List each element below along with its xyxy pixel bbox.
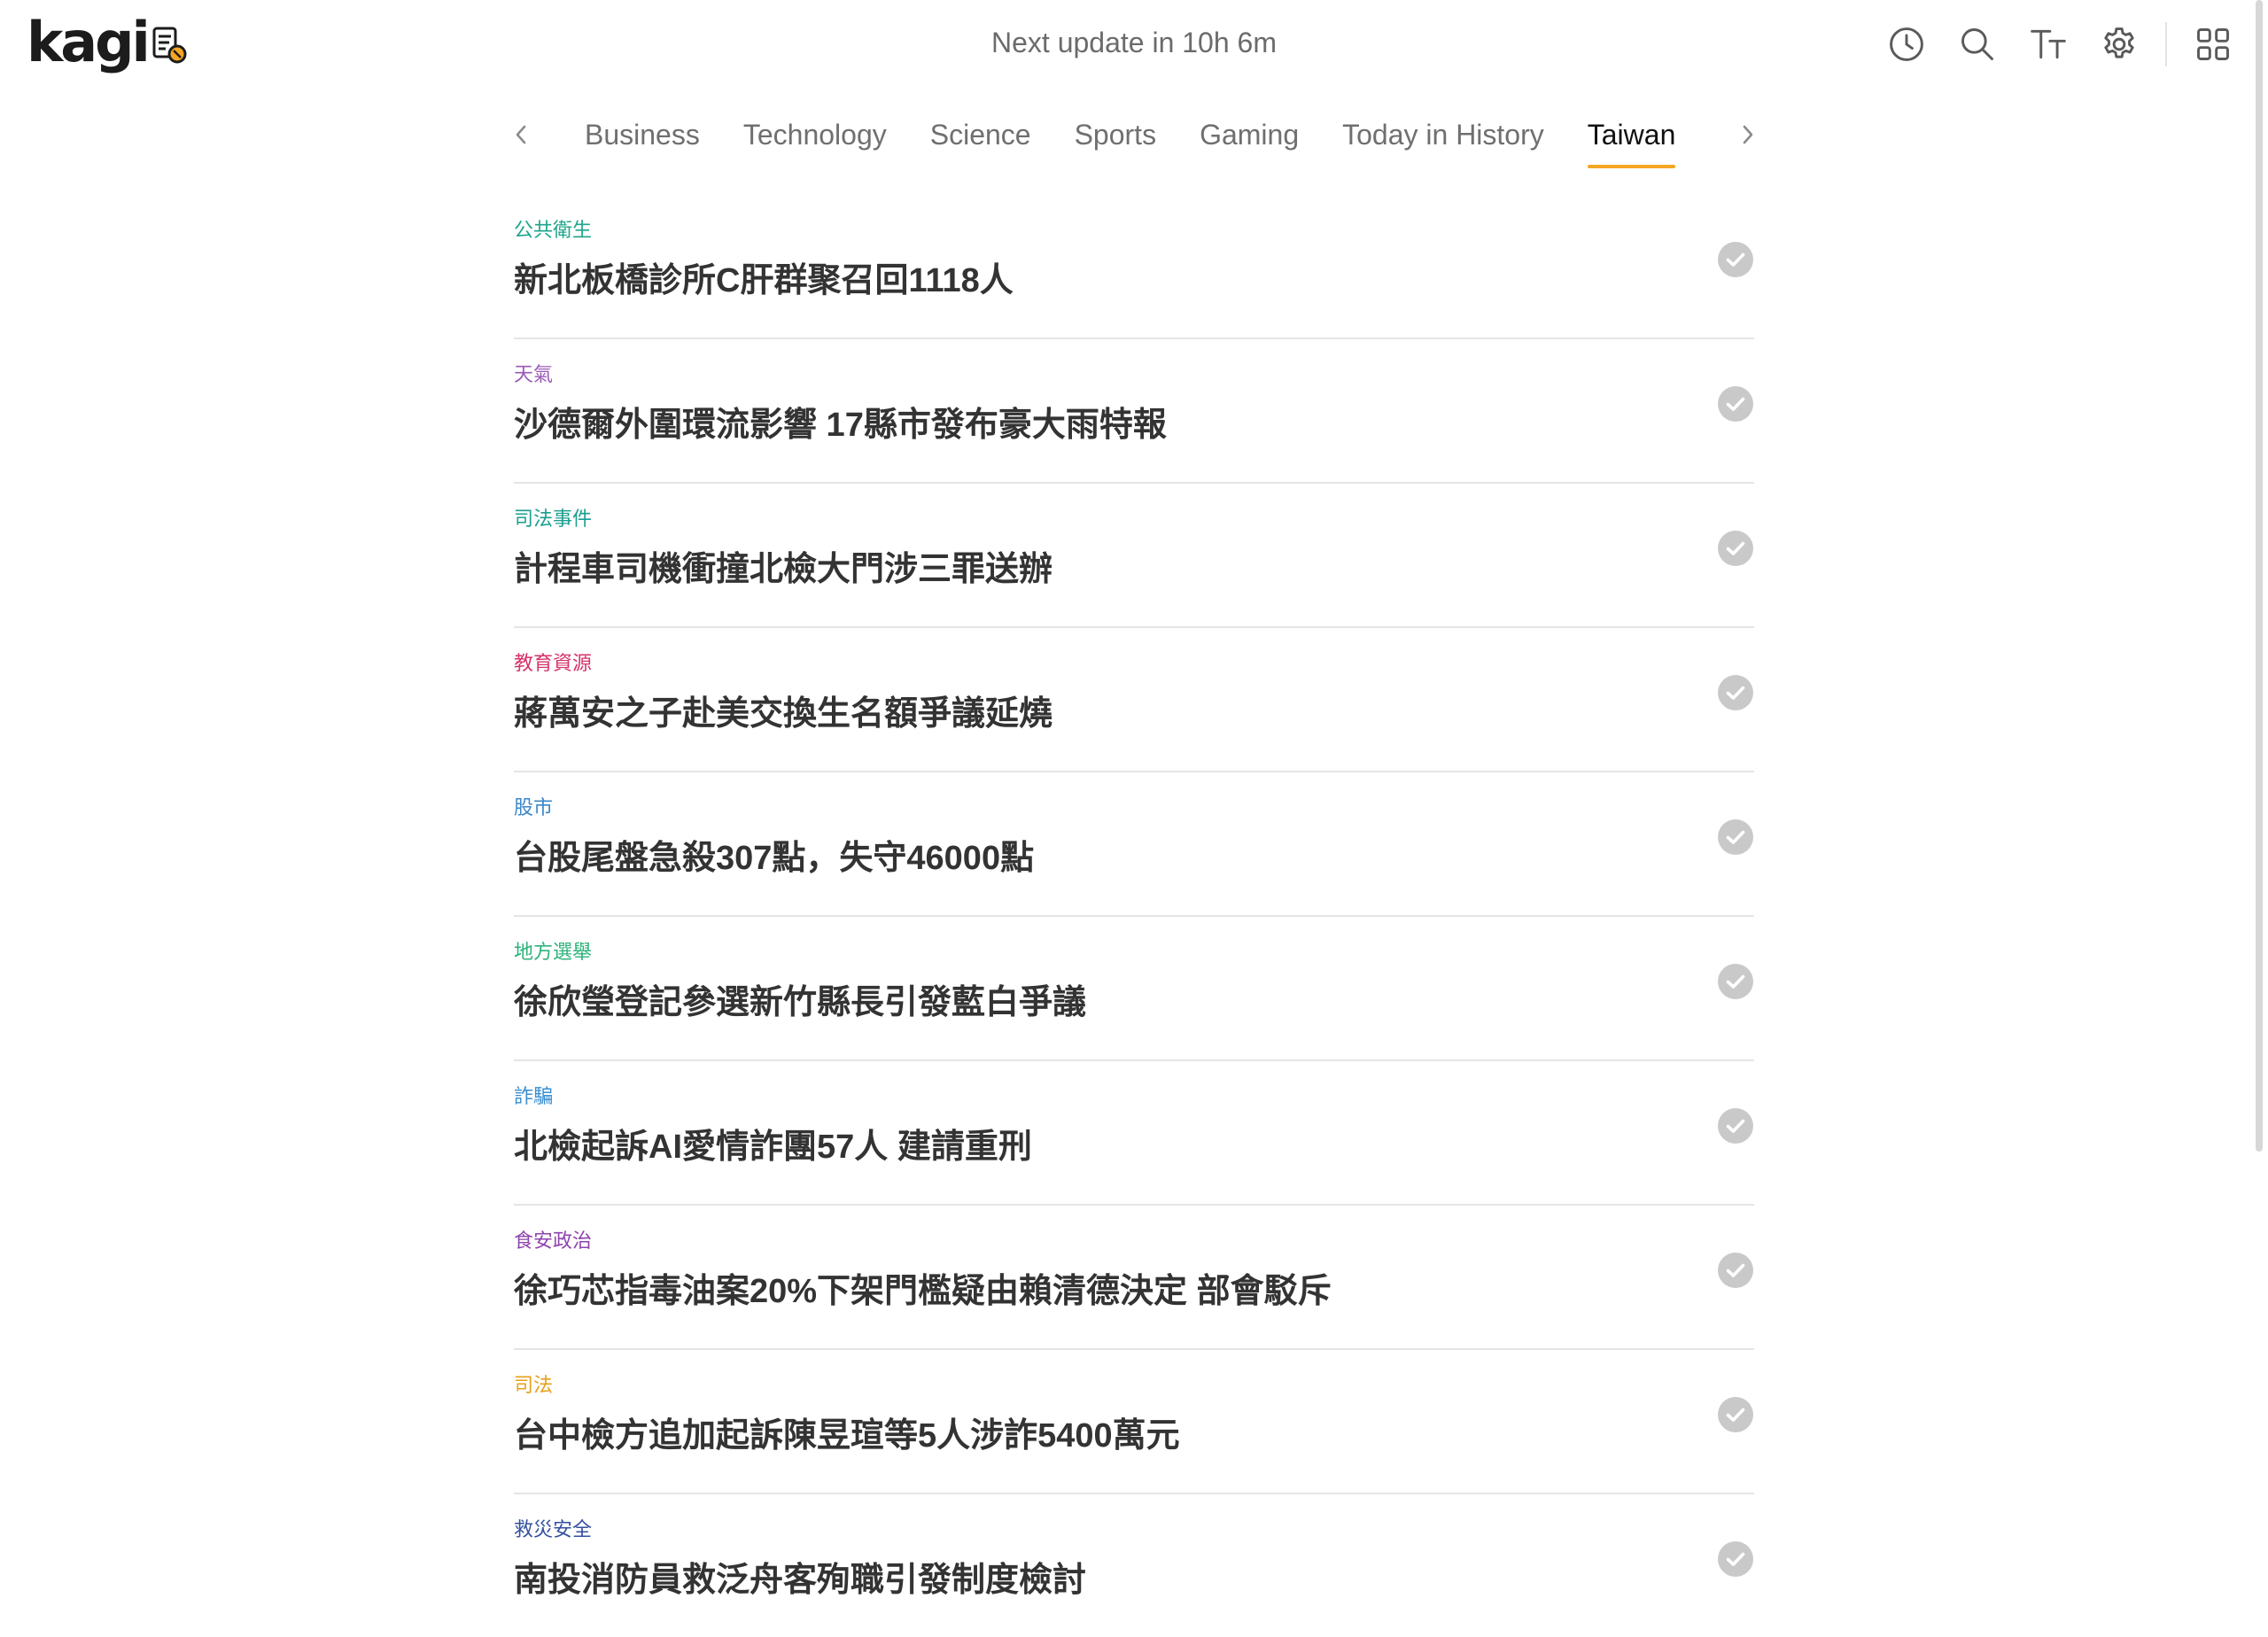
- story-title[interactable]: 台中檢方追加起訴陳昱瑄等5人涉詐5400萬元: [514, 1414, 1180, 1458]
- tab-sports[interactable]: Sports: [1075, 117, 1156, 168]
- check-circle-icon: [1718, 819, 1753, 855]
- check-circle-icon: [1718, 1253, 1753, 1288]
- story-category: 詐騙: [514, 1085, 554, 1107]
- check-circle-icon: [1718, 675, 1753, 710]
- story-category: 地方選舉: [514, 941, 593, 963]
- top-bar: kagi Next update in 10h 6m: [0, 0, 2268, 89]
- story-item[interactable]: 司法事件計程車司機衝撞北檢大門涉三罪送辦: [514, 484, 1754, 628]
- tab-taiwan[interactable]: Taiwan: [1587, 117, 1675, 168]
- story-category: 教育資源: [514, 652, 593, 674]
- tab-technology[interactable]: Technology: [743, 117, 887, 168]
- story-title[interactable]: 徐欣瑩登記參選新竹縣長引發藍白爭議: [514, 981, 1086, 1025]
- settings-button[interactable]: [2094, 19, 2144, 69]
- mark-read-button[interactable]: [1717, 1252, 1754, 1289]
- story-category: 股市: [514, 796, 554, 818]
- mark-read-button[interactable]: [1717, 818, 1754, 856]
- tab-gaming[interactable]: Gaming: [1200, 117, 1299, 168]
- text-size-icon: [2031, 29, 2066, 59]
- story-category: 司法: [514, 1374, 554, 1396]
- search-icon: [1961, 28, 1993, 60]
- check-circle-icon: [1718, 531, 1753, 566]
- story-item[interactable]: 詐騙北檢起訴AI愛情詐團57人 建請重刑: [514, 1061, 1754, 1206]
- tabs-scroll-left-button[interactable]: [505, 115, 537, 154]
- story-item[interactable]: 司法台中檢方追加起訴陳昱瑄等5人涉詐5400萬元: [514, 1350, 1754, 1494]
- story-category: 司法事件: [514, 508, 593, 530]
- story-title[interactable]: 沙德爾外圍環流影響 17縣市發布豪大雨特報: [514, 403, 1167, 447]
- story-item[interactable]: 天氣沙德爾外圍環流影響 17縣市發布豪大雨特報: [514, 339, 1754, 484]
- toolbar-divider: [2165, 22, 2167, 66]
- category-tabs: Business Technology Science Sports Gamin…: [505, 106, 1763, 177]
- story-title[interactable]: 計程車司機衝撞北檢大門涉三罪送辦: [514, 547, 1052, 592]
- story-category: 救災安全: [514, 1518, 593, 1540]
- mark-read-button[interactable]: [1717, 1540, 1754, 1578]
- mark-read-button[interactable]: [1717, 241, 1754, 278]
- story-category: 天氣: [514, 363, 554, 385]
- chevron-left-icon: [516, 125, 526, 144]
- story-category: 公共衛生: [514, 219, 593, 241]
- story-item[interactable]: 股市台股尾盤急殺307點，失守46000點: [514, 772, 1754, 917]
- story-title[interactable]: 徐巧芯指毒油案20%下架門檻疑由賴清德決定 部會駁斥: [514, 1269, 1332, 1314]
- check-circle-icon: [1718, 1397, 1753, 1432]
- mark-read-button[interactable]: [1717, 674, 1754, 711]
- story-item[interactable]: 救災安全南投消防員救泛舟客殉職引發制度檢討: [514, 1494, 1754, 1637]
- gear-icon: [2104, 27, 2134, 58]
- mark-read-button[interactable]: [1717, 530, 1754, 567]
- text-size-button[interactable]: [2023, 19, 2073, 69]
- mark-read-button[interactable]: [1717, 963, 1754, 1000]
- story-title[interactable]: 北檢起訴AI愛情詐團57人 建請重刑: [514, 1125, 1032, 1169]
- mark-read-button[interactable]: [1717, 1107, 1754, 1144]
- toolbar: [1882, 19, 2268, 69]
- mark-read-button[interactable]: [1717, 385, 1754, 423]
- history-button[interactable]: [1882, 19, 1931, 69]
- story-category: 食安政治: [514, 1230, 593, 1252]
- story-item[interactable]: 食安政治徐巧芯指毒油案20%下架門檻疑由賴清德決定 部會駁斥: [514, 1206, 1754, 1350]
- apps-button[interactable]: [2188, 19, 2238, 69]
- check-circle-icon: [1718, 1541, 1753, 1577]
- tab-business[interactable]: Business: [585, 117, 700, 168]
- story-item[interactable]: 公共衛生新北板橋診所C肝群聚召回1118人: [514, 195, 1754, 339]
- check-circle-icon: [1718, 386, 1753, 422]
- mark-read-button[interactable]: [1717, 1396, 1754, 1433]
- story-title[interactable]: 南投消防員救泛舟客殉職引發制度檢討: [514, 1558, 1086, 1602]
- check-circle-icon: [1718, 964, 1753, 999]
- story-title[interactable]: 新北板橋診所C肝群聚召回1118人: [514, 259, 1014, 303]
- story-list: 公共衛生新北板橋診所C肝群聚召回1118人天氣沙德爾外圍環流影響 17縣市發布豪…: [514, 195, 1754, 1637]
- story-item[interactable]: 教育資源蔣萬安之子赴美交換生名額爭議延燒: [514, 628, 1754, 772]
- check-circle-icon: [1718, 242, 1753, 277]
- check-circle-icon: [1718, 1108, 1753, 1144]
- story-title[interactable]: 台股尾盤急殺307點，失守46000點: [514, 836, 1034, 881]
- tab-science[interactable]: Science: [930, 117, 1031, 168]
- chevron-right-icon: [1743, 125, 1753, 144]
- story-item[interactable]: 地方選舉徐欣瑩登記參選新竹縣長引發藍白爭議: [514, 917, 1754, 1061]
- tabs-scroll-right-button[interactable]: [1732, 115, 1764, 154]
- clock-icon: [1890, 27, 1923, 61]
- page-scrollbar[interactable]: [2256, 0, 2263, 1152]
- grid-icon: [2197, 28, 2229, 60]
- tab-today-in-history[interactable]: Today in History: [1342, 117, 1544, 168]
- tab-list: Business Technology Science Sports Gamin…: [585, 117, 1675, 168]
- search-button[interactable]: [1953, 19, 2002, 69]
- story-title[interactable]: 蔣萬安之子赴美交換生名額爭議延燒: [514, 692, 1052, 736]
